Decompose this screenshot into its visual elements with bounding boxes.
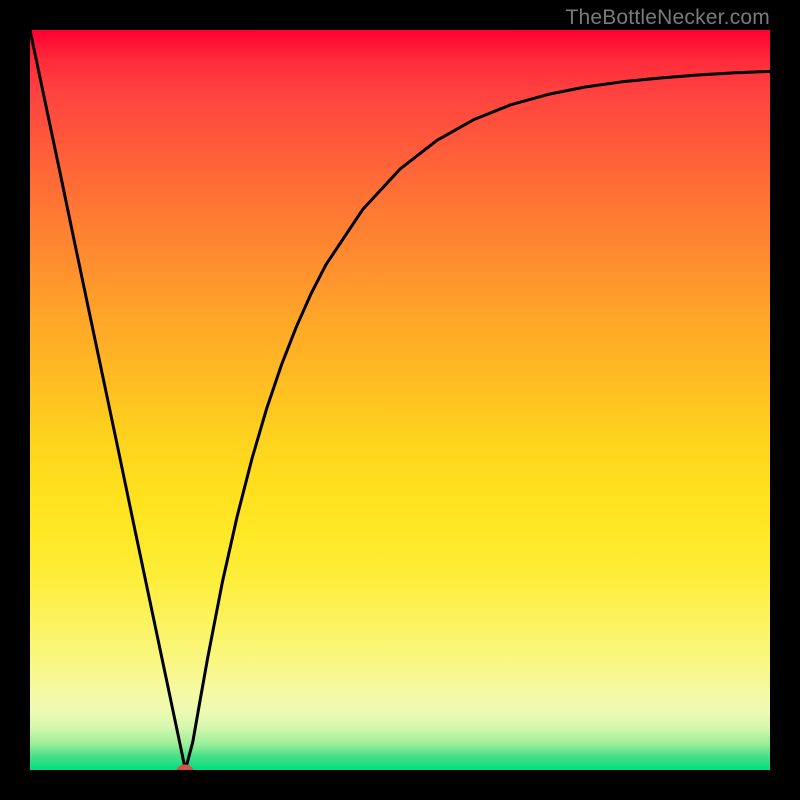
plot-area	[30, 30, 770, 770]
curve-layer	[30, 30, 770, 770]
bottleneck-curve	[30, 30, 770, 770]
optimum-marker	[177, 765, 193, 771]
chart-frame: { "watermark": "TheBottleNecker.com", "c…	[0, 0, 800, 800]
watermark-text: TheBottleNecker.com	[565, 6, 770, 30]
